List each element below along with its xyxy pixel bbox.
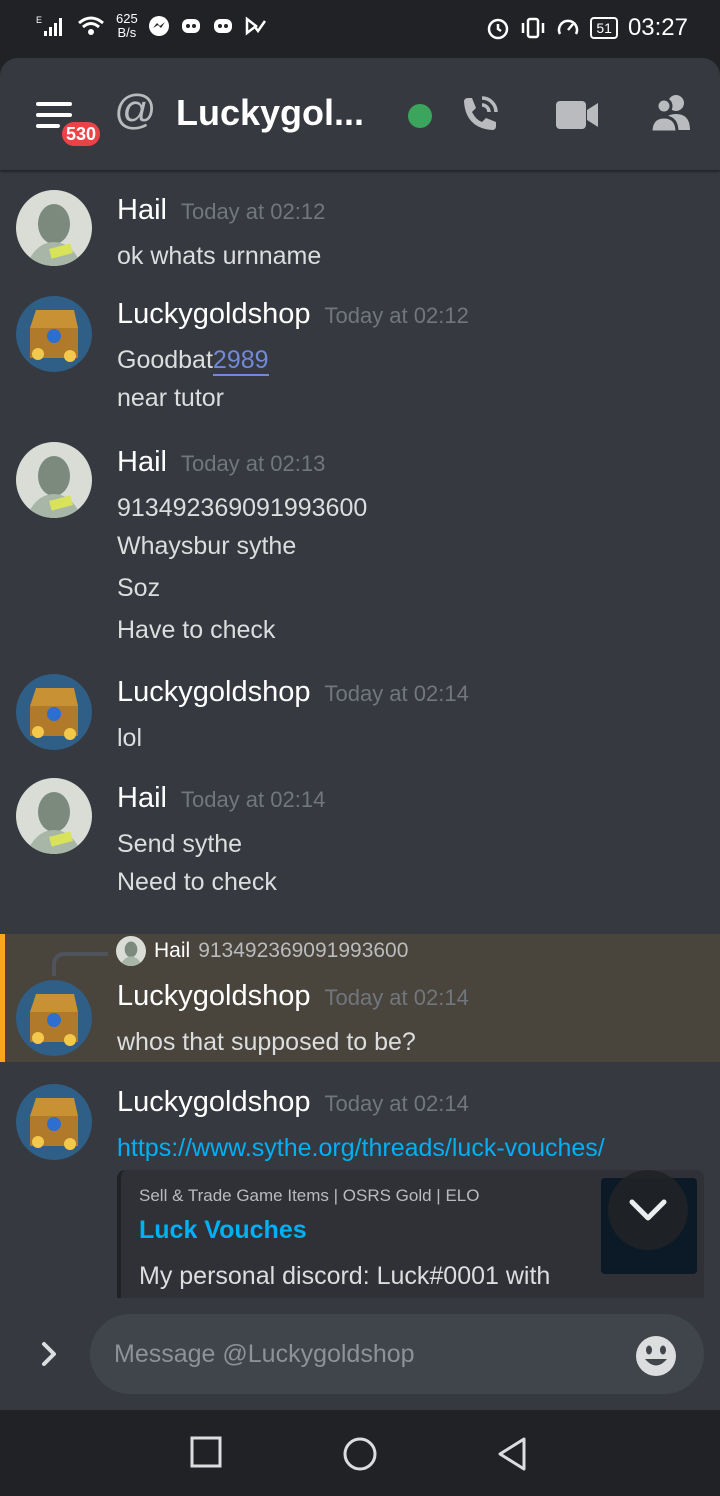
video-camera-icon[interactable] [554, 98, 600, 132]
avatar-luckygoldshop[interactable] [16, 980, 92, 1056]
message-text: near tutor [117, 384, 225, 412]
battery-level: 51 [590, 17, 618, 39]
reply-text: 913492369091993600 [198, 939, 409, 962]
message-text: Have to check [117, 616, 276, 644]
message-author[interactable]: Hail Today at 02:12 [117, 194, 325, 227]
message-author[interactable]: Hail Today at 02:14 [117, 782, 325, 815]
check-notif-icon [245, 16, 266, 36]
at-icon: @ [114, 86, 157, 133]
data-saver-icon [558, 19, 579, 35]
reply-author: Hail [154, 939, 191, 962]
triangle-back-icon[interactable] [496, 1436, 528, 1472]
avatar-luckygoldshop[interactable] [16, 296, 92, 372]
avatar-hail[interactable] [16, 778, 92, 854]
message-text: lol [117, 724, 143, 752]
online-status-icon [408, 104, 432, 128]
phone-call-icon[interactable] [456, 92, 502, 138]
alarm-icon [488, 18, 509, 40]
members-icon[interactable] [648, 92, 696, 136]
message-timestamp: Today at 02:13 [180, 451, 326, 476]
message-author[interactable]: Luckygoldshop Today at 02:12 [117, 298, 469, 331]
embed-title[interactable]: Luck Vouches [139, 1216, 307, 1245]
message-timestamp: Today at 02:12 [180, 199, 326, 224]
embed-provider[interactable]: Sell & Trade Game Items | OSRS Gold | EL… [139, 1186, 479, 1206]
message-timestamp: Today at 02:14 [324, 681, 469, 706]
message-text: Whaysbur sythe [117, 532, 297, 560]
chevron-right-icon[interactable] [34, 1338, 64, 1370]
reply-connector [52, 952, 108, 976]
message-text: Soz [117, 574, 161, 602]
message-input[interactable] [90, 1314, 704, 1394]
avatar-hail[interactable] [16, 442, 92, 518]
message-text: Send sythe [117, 830, 243, 858]
circle-home-icon[interactable] [342, 1436, 378, 1472]
message-text: ok whats urnname [117, 242, 322, 270]
channel-header: 530 @ Luckygol... [0, 58, 720, 170]
message-author[interactable]: Luckygoldshop Today at 02:14 [117, 980, 469, 1013]
avatar-hail[interactable] [16, 190, 92, 266]
messenger-icon [148, 16, 169, 36]
status-left: E 625 B/s [36, 12, 266, 40]
svg-text:E: E [36, 15, 42, 25]
embed-description: My personal discord: Luck#0001 with [139, 1262, 551, 1290]
message-link[interactable]: https://www.sythe.org/threads/luck-vouch… [117, 1134, 605, 1163]
message-timestamp: Today at 02:14 [180, 787, 326, 812]
network-speed: 625 B/s [116, 12, 138, 40]
discord-notif-icon-2 [213, 19, 232, 33]
message-text: 913492369091993600 [117, 494, 368, 522]
chat-screen: 530 @ Luckygol... Hail Today at 02:12 ok… [0, 58, 720, 1410]
net-speed-unit: B/s [117, 25, 137, 40]
status-bar: E 625 B/s 51 03:27 [0, 0, 720, 58]
emoji-icon[interactable] [634, 1334, 678, 1378]
clock: 03:27 [627, 14, 688, 41]
message-text: Need to check [117, 868, 277, 896]
message-timestamp: Today at 02:14 [324, 1091, 469, 1116]
message-author[interactable]: Hail Today at 02:13 [117, 446, 325, 479]
chevron-down-icon [629, 1199, 667, 1221]
signal-icon: E [36, 15, 62, 36]
notification-badge: 530 [58, 118, 105, 150]
scroll-to-bottom-button[interactable] [608, 1170, 688, 1250]
avatar-luckygoldshop[interactable] [16, 1084, 92, 1160]
status-right: 51 03:27 [486, 14, 688, 42]
user-mention[interactable]: 2989 [212, 346, 269, 376]
reply-reference[interactable]: Hail 913492369091993600 [116, 934, 408, 968]
message-composer [0, 1298, 720, 1410]
net-speed-value: 625 [116, 11, 138, 26]
avatar-luckygoldshop[interactable] [16, 674, 92, 750]
message-timestamp: Today at 02:12 [324, 303, 469, 328]
discord-notif-icon [181, 19, 200, 33]
avatar-hail-small [116, 936, 146, 966]
system-nav-bar [0, 1410, 720, 1496]
message-timestamp: Today at 02:14 [324, 985, 469, 1010]
message-author[interactable]: Luckygoldshop Today at 02:14 [117, 676, 469, 709]
page-title[interactable]: Luckygol... [176, 92, 364, 134]
square-recents-icon[interactable] [190, 1436, 222, 1468]
wifi-icon [78, 16, 104, 35]
message-list: Hail Today at 02:12 ok whats urnname Luck… [0, 170, 720, 1318]
message-author[interactable]: Luckygoldshop Today at 02:14 [117, 1086, 469, 1119]
message-text: whos that supposed to be? [117, 1028, 416, 1056]
vibrate-icon [522, 17, 545, 39]
message-text: Goodbat2989 [117, 346, 269, 376]
